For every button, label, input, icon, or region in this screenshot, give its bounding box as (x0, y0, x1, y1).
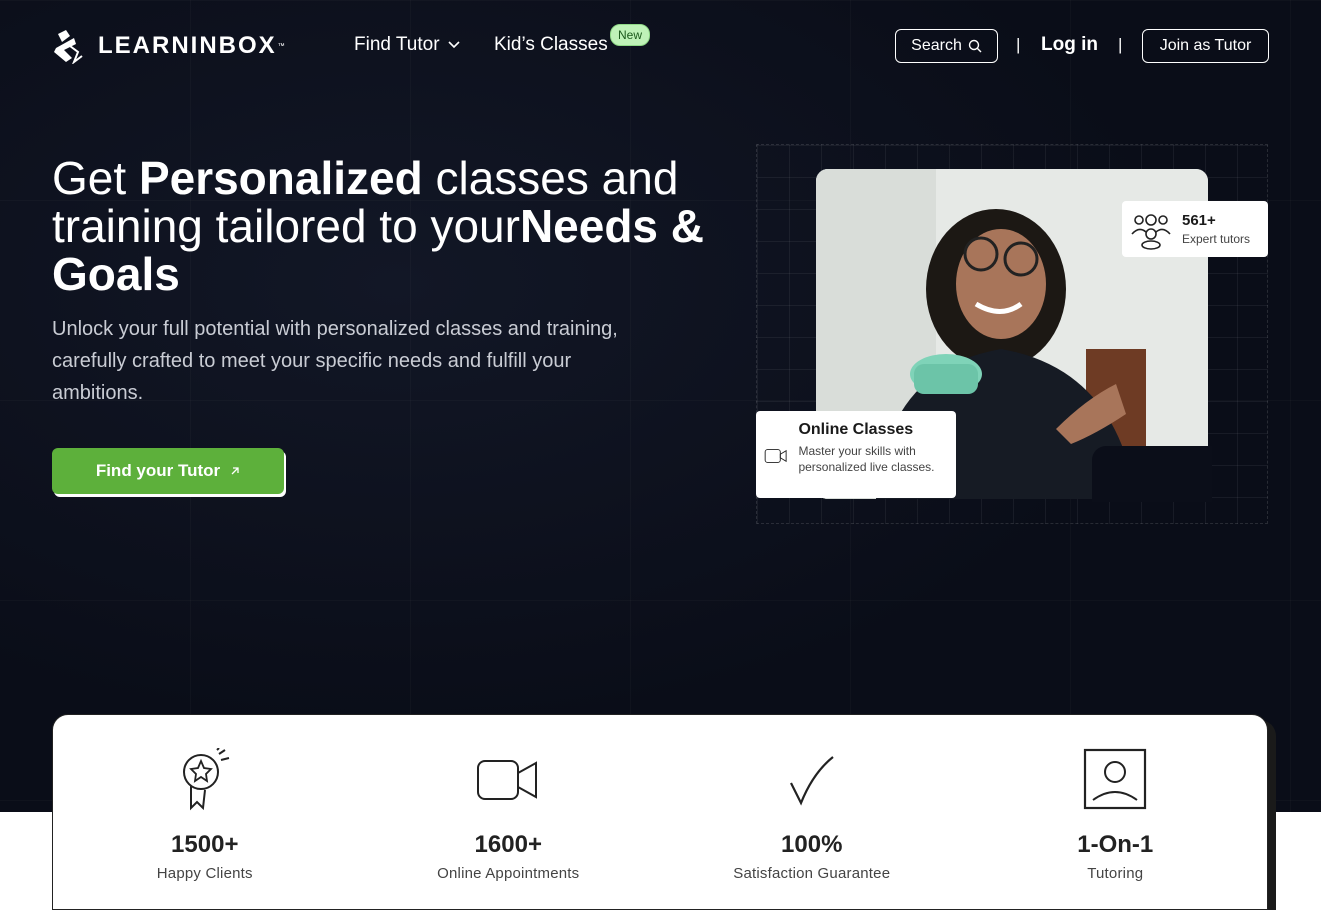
hero-subtext: Unlock your full potential with personal… (52, 318, 618, 404)
logo-mark-icon (54, 30, 83, 64)
stat-online-appointments: 1600+ Online Appointments (357, 715, 661, 909)
new-badge: New (610, 24, 651, 46)
logo[interactable]: LEARNINBOX ™ (52, 28, 285, 64)
online-classes-title: Online Classes (798, 421, 914, 438)
hero-headline: Get Personalized classes and training ta… (52, 154, 712, 298)
stat-value: 100% (781, 831, 843, 858)
nav-kids-classes[interactable]: Kid’s Classes (494, 34, 608, 56)
stat-caption: Satisfaction Guarantee (733, 865, 891, 882)
stat-caption: Tutoring (1087, 865, 1144, 882)
stat-tutoring: 1-On-1 Tutoring (964, 715, 1268, 909)
stat-caption: Happy Clients (156, 865, 253, 882)
stat-value: 1500+ (171, 831, 239, 858)
nav-kids-classes-label: Kid’s Classes (494, 34, 608, 55)
stat-satisfaction: 100% Satisfaction Guarantee (660, 715, 964, 909)
headline-bold-1: Personalized (138, 152, 423, 204)
search-button-label: Search (911, 37, 962, 54)
nav-find-tutor-label: Find Tutor (354, 34, 440, 55)
find-your-tutor-button[interactable]: Find your Tutor (52, 448, 284, 494)
logo-text: LEARNINBOX (98, 32, 277, 59)
tutor-count-label: Expert tutors (1182, 232, 1251, 246)
search-button[interactable]: Search (895, 29, 998, 63)
headline-part-1: Get (52, 152, 139, 204)
search-icon (968, 39, 982, 53)
expert-tutors-card: 561+ Expert tutors (1122, 201, 1268, 257)
stat-value: 1-On-1 (1077, 831, 1154, 858)
arrow-up-right-icon (231, 467, 239, 475)
nav-separator: | (1016, 35, 1021, 54)
login-link[interactable]: Log in (1041, 34, 1098, 56)
video-camera-icon (764, 449, 787, 463)
find-your-tutor-label: Find your Tutor (95, 461, 221, 480)
chevron-down-icon (447, 41, 460, 49)
award-badge-icon (182, 748, 229, 811)
logo-trademark: ™ (277, 42, 285, 50)
stat-value: 1600+ (474, 831, 542, 858)
user-portrait-icon (1084, 748, 1147, 810)
join-as-tutor-label: Join as Tutor (1159, 37, 1252, 54)
stats-panel: 1500+ Happy Clients 1600+ Online Appoint… (52, 714, 1268, 910)
nav-separator: | (1118, 35, 1123, 54)
online-classes-card: Online Classes Master your skills with p… (756, 411, 956, 498)
stat-happy-clients: 1500+ Happy Clients (53, 715, 357, 909)
checkmark-icon (789, 756, 834, 806)
join-as-tutor-button[interactable]: Join as Tutor (1142, 29, 1269, 63)
users-icon (1131, 214, 1171, 250)
stat-caption: Online Appointments (437, 865, 580, 882)
online-classes-description: Master your skills with personalized liv… (798, 444, 935, 474)
video-camera-icon (477, 760, 538, 800)
nav-find-tutor[interactable]: Find Tutor (354, 34, 460, 56)
tutor-count: 561+ (1182, 212, 1216, 229)
photo-corner-cutout (1092, 446, 1212, 502)
